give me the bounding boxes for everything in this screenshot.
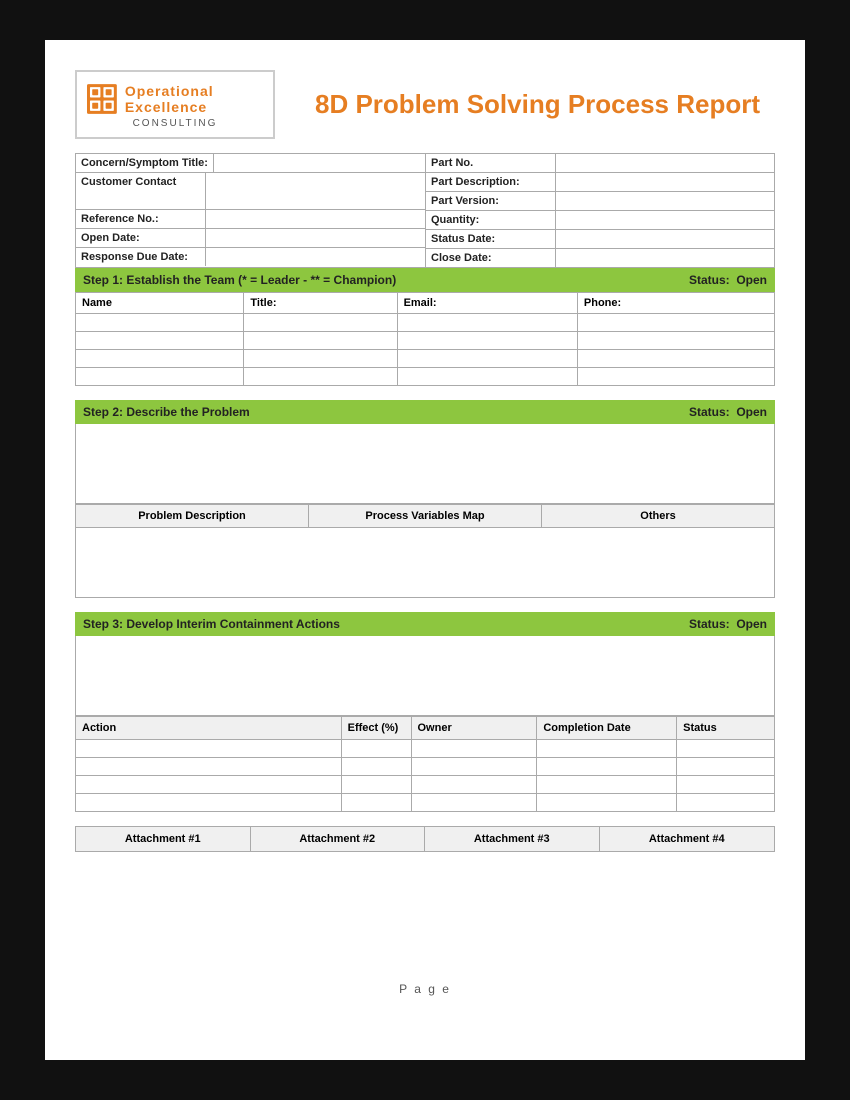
step3-header: Step 3: Develop Interim Containment Acti… [75, 612, 775, 636]
info-grid: Concern/Symptom Title: Customer Contact … [75, 153, 775, 268]
attachment-4: Attachment #4 [600, 827, 775, 851]
step2-status: Status: Open [689, 405, 767, 419]
table-row [76, 350, 775, 368]
step2-attachments-area [75, 528, 775, 598]
report-title: 8D Problem Solving Process Report [315, 89, 760, 120]
info-right: Part No. Part Description: Part Version:… [425, 154, 774, 267]
col-email: Email: [397, 293, 577, 314]
table-row [76, 332, 775, 350]
step3-content [75, 636, 775, 716]
concern-label: Concern/Symptom Title: [76, 154, 214, 172]
response-label: Response Due Date: [76, 248, 206, 266]
customer-label: Customer Contact [76, 173, 206, 209]
action-table-header: Action Effect (%) Owner Completion Date … [76, 717, 775, 740]
customer-value [206, 173, 425, 209]
step2-title: Step 2: Describe the Problem [83, 405, 250, 419]
col-name: Name [76, 293, 244, 314]
info-row-partdesc: Part Description: [425, 173, 774, 192]
page-footer: P a g e [75, 982, 775, 996]
tool-others: Others [542, 505, 774, 527]
logo-consulting: CONSULTING [133, 118, 218, 129]
partno-label: Part No. [426, 154, 556, 172]
partdesc-label: Part Description: [426, 173, 556, 191]
col-title: Title: [244, 293, 397, 314]
table-row [76, 794, 775, 812]
col-effect: Effect (%) [341, 717, 411, 740]
step1-title: Step 1: Establish the Team (* = Leader -… [83, 273, 396, 287]
logo-company-name: Operational Excellence [125, 83, 263, 115]
team-table-header: Name Title: Email: Phone: [76, 293, 775, 314]
attachment-2: Attachment #2 [251, 827, 426, 851]
open-label: Open Date: [76, 229, 206, 247]
info-row-concern: Concern/Symptom Title: [76, 154, 425, 173]
partno-value [556, 154, 774, 172]
col-action: Action [76, 717, 342, 740]
ref-label: Reference No.: [76, 210, 206, 228]
col-completion: Completion Date [537, 717, 677, 740]
page-container: Operational Excellence CONSULTING 8D Pro… [45, 40, 805, 1060]
table-row [76, 758, 775, 776]
qty-value [556, 211, 774, 229]
step3-section: Step 3: Develop Interim Containment Acti… [75, 612, 775, 852]
logo-box: Operational Excellence CONSULTING [75, 70, 275, 139]
response-value [206, 248, 425, 266]
partver-label: Part Version: [426, 192, 556, 210]
open-value [206, 229, 425, 247]
statusdate-value [556, 230, 774, 248]
info-row-partno: Part No. [425, 154, 774, 173]
step3-status: Status: Open [689, 617, 767, 631]
table-row [76, 314, 775, 332]
page-header: Operational Excellence CONSULTING 8D Pro… [75, 70, 775, 139]
table-row [76, 776, 775, 794]
col-owner: Owner [411, 717, 537, 740]
partdesc-value [556, 173, 774, 191]
step2-tool-row: Problem Description Process Variables Ma… [75, 504, 775, 528]
ref-value [206, 210, 425, 228]
tool-process-variables: Process Variables Map [309, 505, 542, 527]
step3-title: Step 3: Develop Interim Containment Acti… [83, 617, 340, 631]
qty-label: Quantity: [426, 211, 556, 229]
tool-problem-desc: Problem Description [76, 505, 309, 527]
attachment-1: Attachment #1 [76, 827, 251, 851]
concern-value [214, 154, 425, 172]
info-left: Concern/Symptom Title: Customer Contact … [76, 154, 425, 267]
info-row-ref: Reference No.: [76, 210, 425, 229]
step2-header: Step 2: Describe the Problem Status: Ope… [75, 400, 775, 424]
col-phone: Phone: [577, 293, 774, 314]
info-row-closedate: Close Date: [425, 249, 774, 267]
action-table: Action Effect (%) Owner Completion Date … [75, 716, 775, 812]
info-row-open: Open Date: [76, 229, 425, 248]
info-row-statusdate: Status Date: [425, 230, 774, 249]
info-row-qty: Quantity: [425, 211, 774, 230]
info-row-response: Response Due Date: [76, 248, 425, 266]
step1-header: Step 1: Establish the Team (* = Leader -… [75, 268, 775, 292]
partver-value [556, 192, 774, 210]
table-row [76, 368, 775, 386]
bottom-empty [75, 852, 775, 952]
attachment-row: Attachment #1 Attachment #2 Attachment #… [75, 826, 775, 852]
closedate-label: Close Date: [426, 249, 556, 267]
gap [75, 812, 775, 826]
step2-section: Step 2: Describe the Problem Status: Ope… [75, 400, 775, 598]
step1-status: Status: Open [689, 273, 767, 287]
closedate-value [556, 249, 774, 267]
attachment-3: Attachment #3 [425, 827, 600, 851]
table-row [76, 740, 775, 758]
step2-content [75, 424, 775, 504]
info-row-partver: Part Version: [425, 192, 774, 211]
footer-text: P a g e [399, 982, 451, 996]
team-table: Name Title: Email: Phone: [75, 292, 775, 386]
info-row-customer: Customer Contact [76, 173, 425, 210]
logo-icon [87, 80, 117, 118]
col-status: Status [677, 717, 775, 740]
statusdate-label: Status Date: [426, 230, 556, 248]
